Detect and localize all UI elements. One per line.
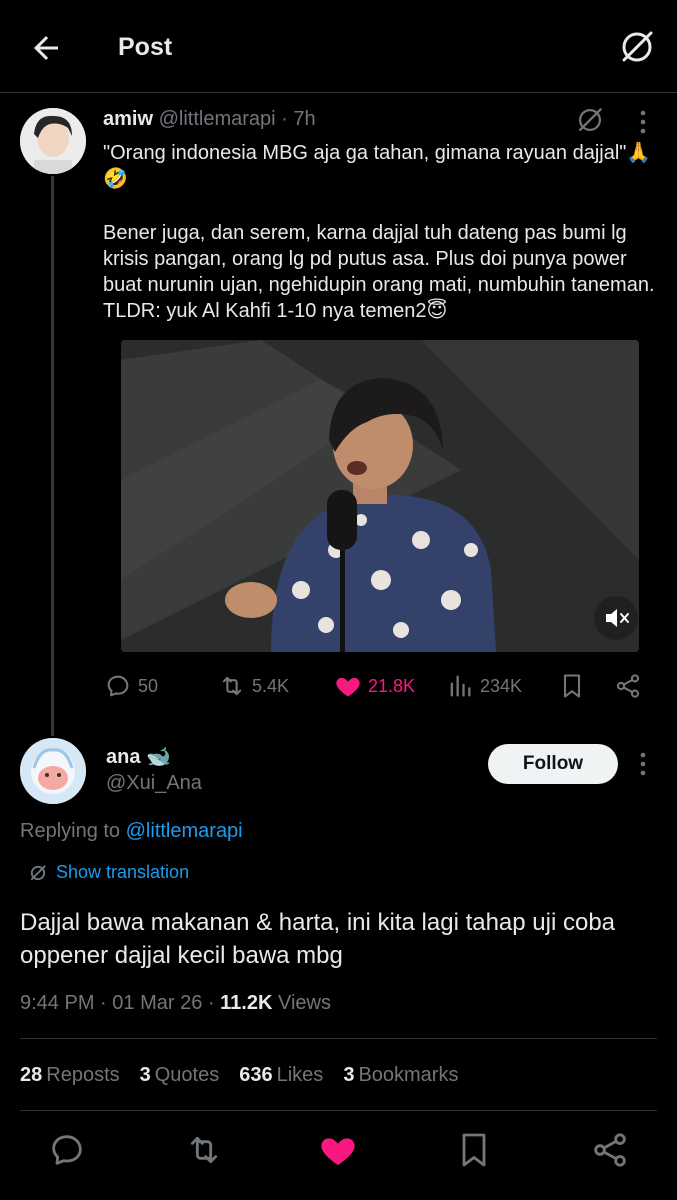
share-icon bbox=[614, 672, 642, 700]
like-button[interactable]: 21.8K bbox=[334, 670, 415, 702]
post-paragraph: Bener juga, dan serem, karna dajjal tuh … bbox=[103, 222, 655, 322]
reply-count: 50 bbox=[138, 675, 159, 696]
page-title: Post bbox=[118, 33, 173, 61]
mute-icon[interactable] bbox=[594, 596, 638, 640]
handle[interactable]: @littlemarapi bbox=[159, 108, 276, 130]
repost-icon[interactable] bbox=[184, 1130, 224, 1170]
likes-count: 636 bbox=[239, 1064, 273, 1086]
repost-icon bbox=[218, 672, 246, 700]
views-button[interactable]: 234K bbox=[446, 670, 522, 702]
separator: · bbox=[100, 992, 107, 1014]
share-icon[interactable] bbox=[590, 1130, 630, 1170]
bookmarks-label: Bookmarks bbox=[358, 1064, 459, 1086]
reply-text: Dajjal bawa makanan & harta, ini kita la… bbox=[20, 909, 616, 969]
likes-stat[interactable]: 636 Likes bbox=[239, 1064, 323, 1087]
views-count: 11.2K bbox=[220, 992, 273, 1014]
like-count: 21.8K bbox=[368, 675, 416, 696]
display-name[interactable]: amiw bbox=[103, 108, 153, 130]
bookmarks-count: 3 bbox=[343, 1064, 355, 1086]
replying-to-link[interactable]: @littlemarapi bbox=[126, 820, 243, 842]
views-label: Views bbox=[277, 992, 331, 1014]
bookmark-icon[interactable] bbox=[454, 1130, 494, 1170]
post-time[interactable]: 7h bbox=[293, 108, 315, 130]
bookmark-icon bbox=[558, 672, 586, 700]
reposts-label: Reposts bbox=[46, 1064, 120, 1086]
analytics-icon bbox=[446, 672, 474, 700]
handle[interactable]: @Xui_Ana bbox=[106, 772, 202, 795]
display-name[interactable]: ana 🐋 bbox=[106, 744, 171, 769]
views-count: 234K bbox=[480, 675, 523, 696]
bookmarks-stat[interactable]: 3 Bookmarks bbox=[343, 1064, 458, 1087]
reply-icon[interactable] bbox=[47, 1130, 87, 1170]
more-options-icon[interactable] bbox=[632, 108, 654, 136]
post-author[interactable]: amiw @littlemarapi · 7h bbox=[103, 108, 316, 131]
divider bbox=[20, 1110, 657, 1111]
heart-filled-icon bbox=[334, 672, 362, 700]
more-options-icon[interactable] bbox=[632, 750, 654, 778]
reply-button[interactable]: 50 bbox=[104, 670, 158, 702]
repost-count: 5.4K bbox=[252, 675, 290, 696]
post-text: "Orang indonesia MBG aja ga tahan, giman… bbox=[103, 140, 663, 352]
quotes-count: 3 bbox=[139, 1064, 151, 1086]
grok-icon[interactable] bbox=[574, 104, 606, 136]
follow-button[interactable]: Follow bbox=[488, 744, 618, 784]
bookmark-button[interactable] bbox=[558, 670, 586, 702]
replying-to: Replying to @littlemarapi bbox=[20, 820, 243, 843]
avatar[interactable] bbox=[20, 108, 86, 174]
thread-line bbox=[51, 176, 54, 736]
heart-filled-icon[interactable] bbox=[318, 1130, 358, 1170]
reposts-count: 28 bbox=[20, 1064, 43, 1086]
reposts-stat[interactable]: 28 Reposts bbox=[20, 1064, 120, 1087]
post-time[interactable]: 9:44 PM bbox=[20, 992, 94, 1014]
quotes-stat[interactable]: 3 Quotes bbox=[140, 1064, 220, 1087]
show-translation-button[interactable]: Show translation bbox=[28, 862, 189, 883]
grok-icon bbox=[28, 863, 48, 883]
likes-label: Likes bbox=[276, 1064, 324, 1086]
share-button[interactable] bbox=[614, 670, 642, 702]
reply-icon bbox=[104, 672, 132, 700]
divider bbox=[20, 1038, 657, 1039]
video-player[interactable] bbox=[121, 340, 639, 652]
back-arrow-icon[interactable] bbox=[28, 30, 64, 66]
show-translation-label: Show translation bbox=[56, 862, 190, 882]
repost-button[interactable]: 5.4K bbox=[218, 670, 289, 702]
top-bar bbox=[0, 0, 677, 93]
post-paragraph: "Orang indonesia MBG aja ga tahan, giman… bbox=[103, 142, 652, 190]
separator: · bbox=[207, 992, 215, 1014]
engagement-stats: 28 Reposts 3 Quotes 636 Likes 3 Bookmarks bbox=[20, 1064, 458, 1087]
separator: · bbox=[281, 108, 288, 130]
post-meta: 9:44 PM · 01 Mar 26 · 11.2K Views bbox=[20, 992, 331, 1015]
post-date[interactable]: 01 Mar 26 bbox=[112, 992, 202, 1014]
replying-prefix: Replying to bbox=[20, 820, 121, 842]
avatar[interactable] bbox=[20, 738, 86, 804]
grok-icon[interactable] bbox=[616, 26, 658, 68]
quotes-label: Quotes bbox=[154, 1064, 220, 1086]
